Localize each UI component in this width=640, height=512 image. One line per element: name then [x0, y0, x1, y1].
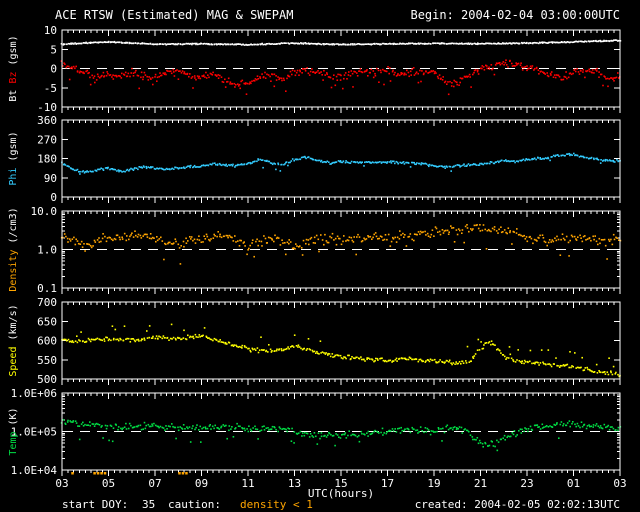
- ytick-label: 700: [37, 296, 57, 309]
- caution-dot: [100, 472, 103, 475]
- caution-label: caution:: [168, 498, 221, 511]
- ytick-label: -10: [37, 101, 57, 114]
- ytick-label: 5: [50, 43, 57, 56]
- ytick-label: 0.1: [37, 282, 57, 295]
- caution-dot: [185, 472, 188, 475]
- series-speed: [61, 323, 621, 378]
- ytick-label: 90: [44, 172, 57, 185]
- ylabel-bt-bz: Bt Bz (gsm): [8, 35, 19, 101]
- ytick-label: 360: [37, 114, 57, 127]
- series-bt: [60, 39, 622, 46]
- panel-speed: 700 650 600 550 500 Speed (km/s): [8, 296, 621, 386]
- status-bar: start DOY: 35 caution: density < 1 creat…: [0, 498, 640, 512]
- ytick-label: 10: [44, 24, 57, 37]
- panel-phi: 360 270 180 90 0 Phi (gsm): [8, 114, 621, 204]
- plot-title: ACE RTSW (Estimated) MAG & SWEPAM: [55, 8, 294, 22]
- ytick-label: 600: [37, 335, 57, 348]
- ylabel-temp: Temp (K): [8, 407, 19, 455]
- ylabel-speed: Speed (km/s): [8, 304, 19, 376]
- ytick-label: 650: [37, 315, 57, 328]
- caution-dot: [181, 472, 185, 475]
- ytick-label: 500: [37, 373, 57, 386]
- ytick-label: 270: [37, 133, 57, 146]
- panel-temp: 1.0E+061.0E+051.0E+04Temp (K): [8, 387, 622, 477]
- ytick-label: 1.0E+06: [11, 387, 57, 400]
- created-timestamp: created: 2004-02-05 02:02:13UTC: [414, 498, 620, 511]
- ytick-label: 0: [50, 191, 57, 204]
- caution-dot: [93, 472, 96, 475]
- ytick-label: -5: [44, 82, 57, 95]
- ace-rtsw-plot-window: 10 5 0 -5 -10 Bt Bz (gsm) 360 270 180 90 0 Phi (gsm…: [0, 0, 640, 512]
- ytick-label: 0: [50, 63, 57, 76]
- series-bz: [60, 59, 621, 96]
- panel-bt-bz: 10 5 0 -5 -10 Bt Bz (gsm): [8, 24, 622, 114]
- ytick-label: 550: [37, 354, 57, 367]
- ytick-label: 10.0: [31, 205, 58, 218]
- caution-value: density < 1: [240, 498, 313, 511]
- ylabel-density: Density (/cm3): [8, 207, 19, 291]
- caution-dot: [178, 472, 181, 475]
- ytick-label: 180: [37, 153, 57, 166]
- ylabel-phi: Phi (gsm): [8, 131, 19, 185]
- caution-markers: [71, 472, 188, 475]
- caution-dot: [96, 472, 100, 475]
- chart-canvas: 10 5 0 -5 -10 Bt Bz (gsm) 360 270 180 90 0 Phi (gsm…: [8, 24, 627, 490]
- caution-dot: [71, 472, 74, 475]
- caution-dot: [103, 472, 107, 475]
- series-phi: [61, 152, 621, 175]
- series-density: [60, 224, 622, 265]
- series-temp: [60, 419, 622, 452]
- ytick-label: 1.0E+04: [11, 464, 58, 477]
- begin-timestamp: Begin: 2004-02-04 03:00:00UTC: [410, 8, 620, 22]
- ytick-label: 1.0: [37, 244, 57, 257]
- panel-density: 10.0 1.0 0.1 Density (/cm3): [8, 205, 622, 295]
- start-doy-value: 35: [142, 498, 156, 511]
- start-doy-label: start DOY:: [62, 498, 129, 511]
